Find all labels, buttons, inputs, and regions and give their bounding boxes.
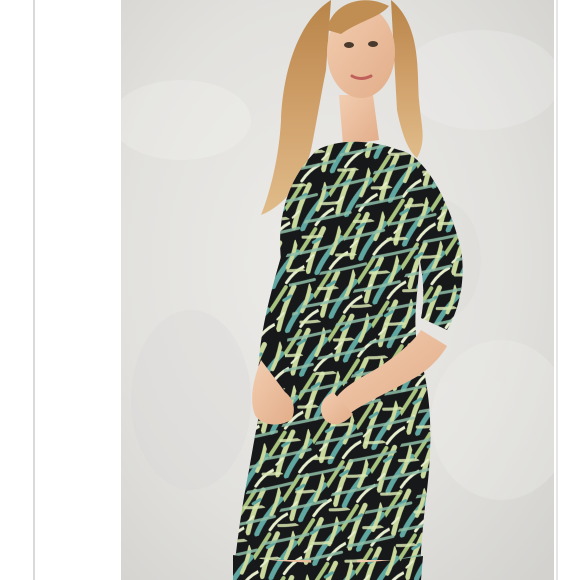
eye-right bbox=[368, 41, 378, 47]
photo-canvas bbox=[121, 0, 554, 580]
eye-left bbox=[344, 42, 354, 48]
right-divider bbox=[556, 0, 558, 580]
page bbox=[0, 0, 580, 580]
left-divider bbox=[33, 0, 35, 580]
product-photo bbox=[121, 0, 554, 580]
neck bbox=[339, 95, 379, 145]
